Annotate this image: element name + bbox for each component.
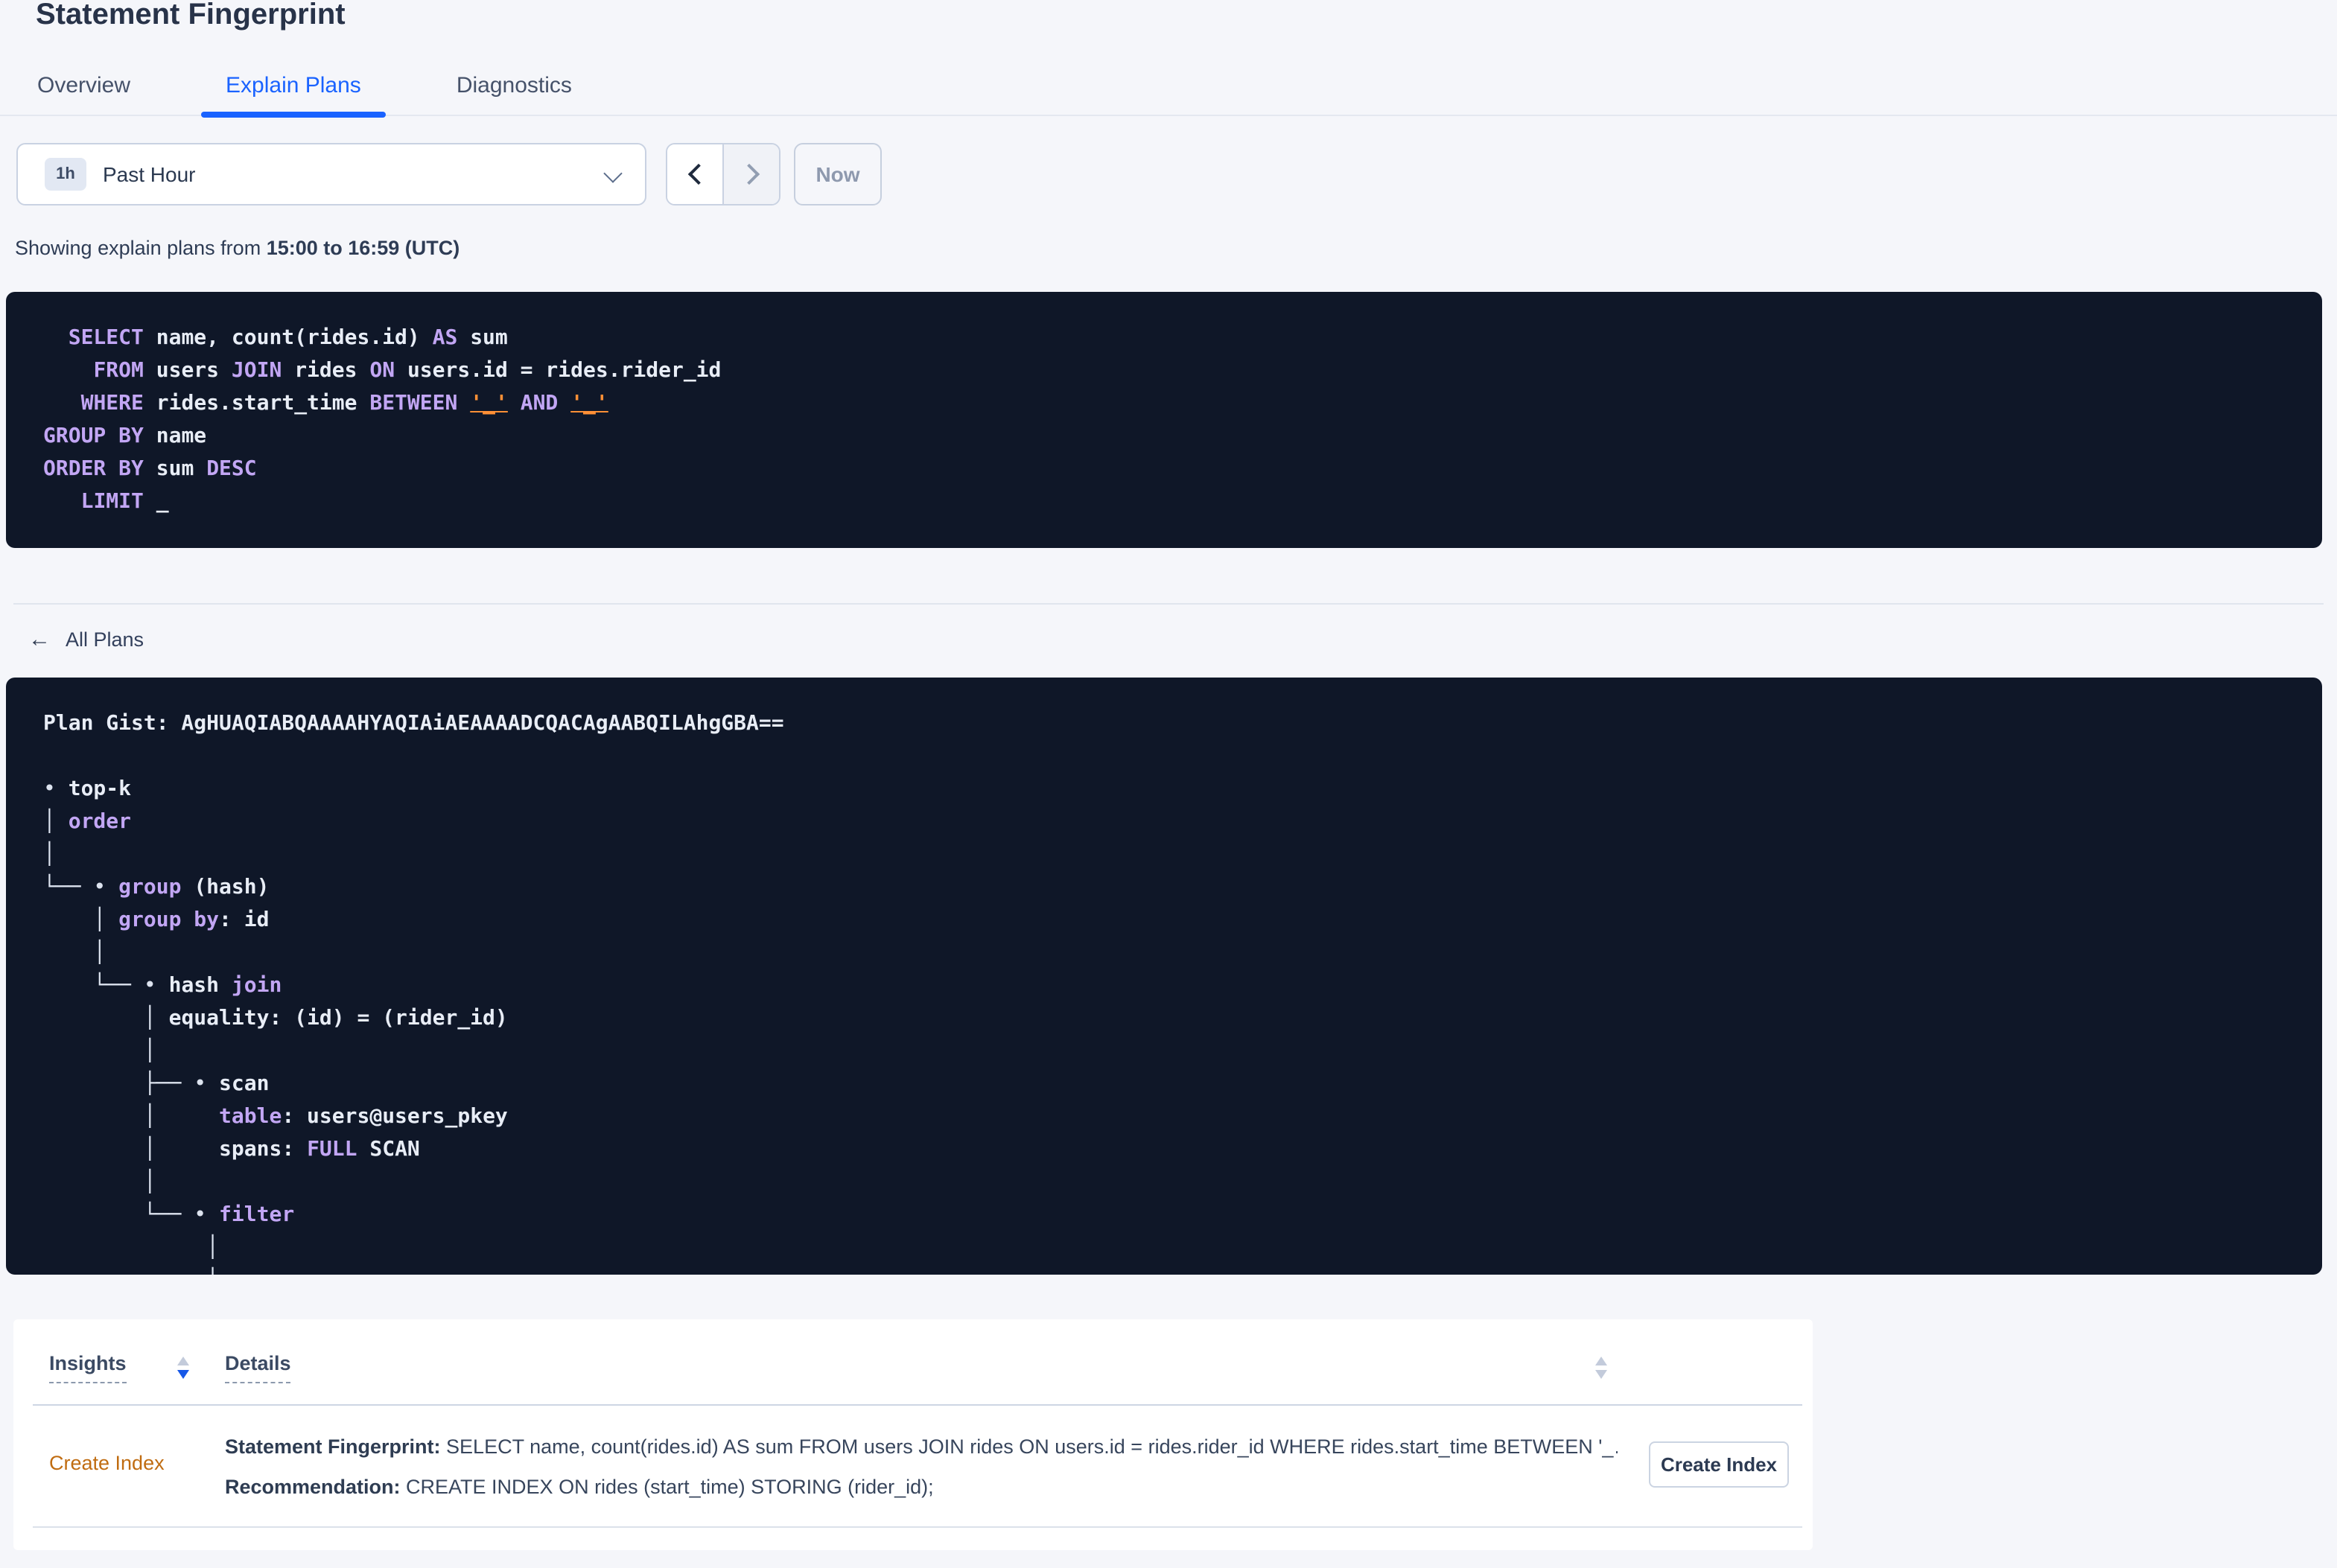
- create-index-button[interactable]: Create Index: [1649, 1441, 1789, 1488]
- all-plans-link[interactable]: ← All Plans: [28, 627, 144, 652]
- time-range-badge: 1h: [45, 158, 86, 191]
- fingerprint-detail-line: Statement Fingerprint: SELECT name, coun…: [225, 1427, 1618, 1467]
- details-sorter[interactable]: [1595, 1357, 1607, 1379]
- table-header-rule: [33, 1404, 1802, 1406]
- tab-explain-plans[interactable]: Explain Plans: [200, 60, 387, 118]
- column-header-details[interactable]: Details: [225, 1352, 291, 1383]
- insights-table-card: Insights Details Create Index Statement …: [13, 1319, 1813, 1550]
- now-button[interactable]: Now: [794, 143, 882, 205]
- insights-sorter[interactable]: [177, 1357, 189, 1379]
- back-arrow-icon: ←: [28, 627, 51, 652]
- tab-bar: Overview Explain Plans Diagnostics: [0, 60, 2337, 118]
- tab-diagnostics[interactable]: Diagnostics: [431, 60, 597, 115]
- sort-asc-icon: [177, 1357, 189, 1365]
- chevron-right-icon: [737, 163, 760, 185]
- time-range-label: Past Hour: [103, 162, 196, 186]
- summary-prefix: Showing explain plans from: [15, 237, 267, 259]
- page-title: Statement Fingerprint: [36, 0, 346, 31]
- insight-type-link[interactable]: Create Index: [49, 1452, 165, 1474]
- section-divider: [13, 603, 2324, 605]
- all-plans-label: All Plans: [66, 628, 144, 651]
- recommendation-text: CREATE INDEX ON rides (start_time) STORI…: [400, 1476, 934, 1498]
- fingerprint-text: SELECT name, count(rides.id) AS sum FROM…: [440, 1435, 1618, 1458]
- sql-statement-code: SELECT name, count(rides.id) AS sum FROM…: [43, 326, 722, 514]
- sql-statement-block: SELECT name, count(rides.id) AS sum FROM…: [6, 292, 2322, 548]
- recommendation-label: Recommendation:: [225, 1476, 401, 1498]
- table-row-rule: [33, 1526, 1802, 1528]
- chevron-down-icon: [603, 164, 623, 183]
- statement-fingerprint-page: Statement Fingerprint Overview Explain P…: [0, 0, 2337, 1568]
- prev-time-button[interactable]: [667, 144, 724, 204]
- summary-time-range: 15:00 to 16:59 (UTC): [266, 237, 460, 259]
- sort-asc-icon: [1595, 1357, 1607, 1365]
- time-range-select[interactable]: 1h Past Hour: [16, 143, 646, 205]
- showing-plans-summary: Showing explain plans from 15:00 to 16:5…: [15, 237, 460, 259]
- plan-gist-block: Plan Gist: AgHUAQIABQAAAAHYAQIAiAEAAAADC…: [6, 678, 2322, 1275]
- plan-gist-tree: Plan Gist: AgHUAQIABQAAAAHYAQIAiAEAAAADC…: [43, 712, 784, 1275]
- fingerprint-label: Statement Fingerprint:: [225, 1435, 441, 1458]
- time-pager: [666, 143, 780, 205]
- sort-desc-icon: [1595, 1370, 1607, 1379]
- sort-desc-icon: [177, 1370, 189, 1379]
- chevron-left-icon: [687, 163, 709, 185]
- details-cell: Statement Fingerprint: SELECT name, coun…: [225, 1427, 1618, 1507]
- recommendation-detail-line: Recommendation: CREATE INDEX ON rides (s…: [225, 1467, 1618, 1507]
- tab-overview[interactable]: Overview: [12, 60, 156, 115]
- next-time-button[interactable]: [724, 144, 779, 204]
- column-header-insights[interactable]: Insights: [49, 1352, 127, 1383]
